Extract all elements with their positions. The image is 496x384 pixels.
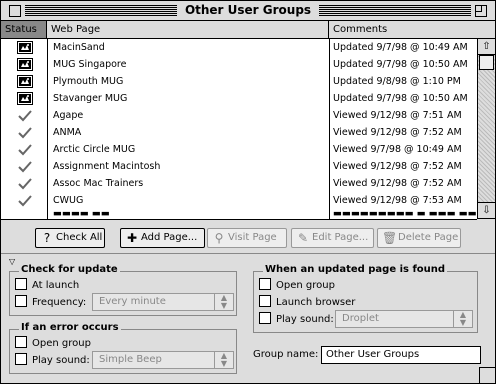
updated-play-sound-checkbox[interactable]: Play sound: [259,312,334,326]
popup-arrows-icon: ▲ ▼ [214,352,233,368]
updated-page-icon [17,75,33,88]
frequency-popup[interactable]: Every minute ▲ ▼ [92,293,234,311]
at-launch-checkbox[interactable]: At launch [15,278,79,292]
pages-list[interactable]: MacinSand Updated 9/7/98 @ 10:49 AM MUG Si… [1,39,477,220]
checkmark-icon [17,194,33,207]
page-comment: Viewed 9/12/98 @ 7:52 AM [333,161,462,172]
if-error-label: If an error occurs [19,322,121,333]
check-for-update-label: Check for update [19,264,120,275]
error-open-group-checkbox[interactable]: Open group [15,336,91,350]
check-all-button[interactable]: ? Check All [35,228,105,248]
page-name: ANMA [53,127,82,138]
list-item-partial[interactable]: ▬▬▬▬ ▬▬ ▬▬▬▬▬▬▬▬▬ ▬ ▬▬▬ ▬▬ [1,208,477,219]
list-item[interactable]: Plymouth MUG Updated 9/8/98 @ 1:10 PM [1,73,477,90]
page-comment: Viewed 9/7/98 @ 10:49 AM [333,144,462,155]
page-comment: Updated 9/7/98 @ 10:49 AM [333,42,468,53]
list-item[interactable]: MacinSand Updated 9/7/98 @ 10:49 AM [1,39,477,56]
updated-sound-popup[interactable]: Droplet ▲ ▼ [335,310,473,328]
page-name: MUG Singapore [53,59,127,70]
title-bar[interactable]: Other User Groups [1,1,495,21]
page-name: Arctic Circle MUG [53,144,136,155]
updated-page-icon [17,41,33,54]
column-header-comments[interactable]: Comments [329,21,495,38]
page-comment: Viewed 9/12/98 @ 7:51 AM [333,110,462,121]
scroll-down-arrow-icon[interactable]: ⇩ [478,202,495,218]
page-name: Assoc Mac Trainers [53,178,144,189]
list-header: Status Web Page Comments [1,21,495,39]
column-header-status[interactable]: Status [1,21,47,38]
zoom-box[interactable] [475,5,487,17]
visit-page-button[interactable]: ⚲ Visit Page [207,228,287,248]
checkmark-icon [17,143,33,156]
question-mark-icon: ? [43,231,51,245]
delete-page-button[interactable]: 🗑 Delete Page [377,228,461,248]
when-updated-label: When an updated page is found [263,264,448,275]
page-comment: Viewed 9/12/98 @ 7:52 AM [333,178,462,189]
updated-page-icon [17,58,33,71]
group-name-input[interactable]: Other User Groups [321,346,481,364]
trash-icon: 🗑 [382,231,398,245]
window-title: Other User Groups [176,3,320,17]
list-item[interactable]: Stavanger MUG Updated 9/7/98 @ 10:50 AM [1,90,477,107]
checkmark-icon [17,126,33,139]
page-name: MacinSand [53,42,105,53]
window: Other User Groups Status Web Page Commen… [0,0,496,384]
grow-box[interactable] [479,367,495,383]
list-item[interactable]: MUG Singapore Updated 9/7/98 @ 10:50 AM [1,56,477,73]
frequency-checkbox[interactable]: Frequency: [15,295,86,309]
checkmark-icon [17,109,33,122]
page-name: Agape [53,110,84,121]
popup-arrows-icon: ▲ ▼ [214,294,233,310]
page-name: Stavanger MUG [53,93,128,104]
page-name: Plymouth MUG [53,76,124,87]
add-page-button[interactable]: ✚ Add Page... [120,228,205,248]
vertical-scrollbar[interactable]: ⇧ ⇩ [477,39,495,219]
page-comment: Viewed 9/12/98 @ 7:52 AM [333,127,462,138]
pencil-icon: ✎ [297,231,309,245]
error-sound-popup[interactable]: Simple Beep ▲ ▼ [92,351,234,369]
checkmark-icon [17,177,33,190]
page-comment: Updated 9/7/98 @ 10:50 AM [333,59,468,70]
list-item[interactable]: Arctic Circle MUG Viewed 9/7/98 @ 10:49 A… [1,141,477,158]
divider [1,253,495,254]
page-name: Assignment Macintosh [53,161,161,172]
group-name-label: Group name: [253,349,319,360]
column-header-web-page[interactable]: Web Page [47,21,329,38]
list-item[interactable]: Assoc Mac Trainers Viewed 9/12/98 @ 7:52 … [1,175,477,192]
launch-browser-checkbox[interactable]: Launch browser [259,295,355,309]
scroll-up-arrow-icon[interactable]: ⇧ [478,39,495,55]
scroll-thumb[interactable] [479,55,494,70]
plus-icon: ✚ [126,231,138,245]
updated-open-group-checkbox[interactable]: Open group [259,278,335,292]
magnifier-icon: ⚲ [214,231,224,245]
checkmark-icon [17,160,33,173]
disclosure-triangle-icon[interactable]: ▽ [9,257,15,266]
updated-page-icon [17,92,33,105]
page-comment: Updated 9/8/98 @ 1:10 PM [333,76,461,87]
page-comment: Updated 9/7/98 @ 10:50 AM [333,93,468,104]
popup-arrows-icon: ▲ ▼ [453,311,472,327]
error-play-sound-checkbox[interactable]: Play sound: [15,353,90,367]
edit-page-button[interactable]: ✎ Edit Page... [291,228,374,248]
list-item[interactable]: ANMA Viewed 9/12/98 @ 7:52 AM [1,124,477,141]
list-item[interactable]: Assignment Macintosh Viewed 9/12/98 @ 7:5… [1,158,477,175]
list-item[interactable]: Agape Viewed 9/12/98 @ 7:51 AM [1,107,477,124]
